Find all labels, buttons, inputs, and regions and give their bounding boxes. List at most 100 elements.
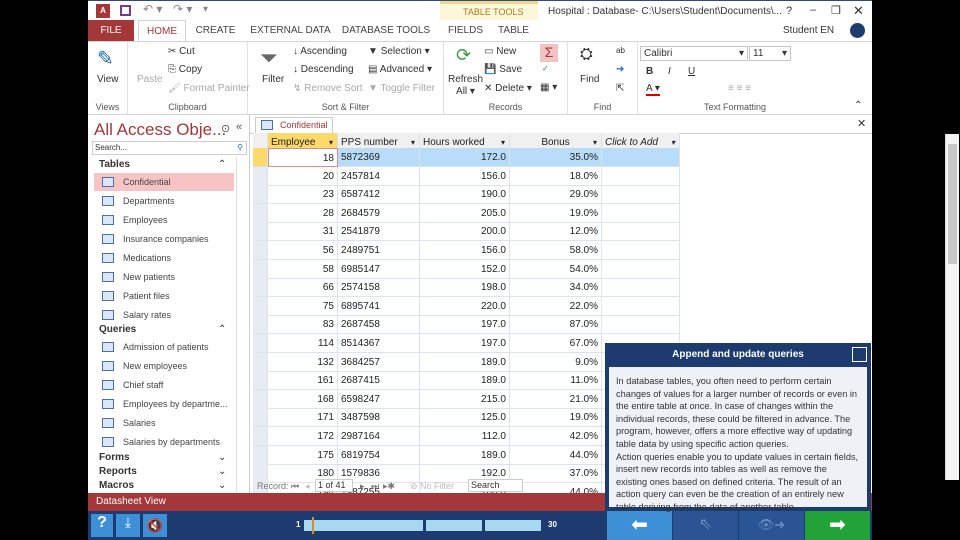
table-cell[interactable]	[602, 296, 680, 316]
tab-home[interactable]: HOME	[138, 20, 186, 41]
table-cell[interactable]: 6598247	[338, 389, 420, 409]
table-cell[interactable]: 35.0%	[510, 148, 602, 167]
table-cell[interactable]: 6819754	[338, 445, 420, 465]
row-selector[interactable]	[253, 315, 268, 335]
more-records-icon[interactable]: ▦ ▾	[540, 82, 557, 93]
table-cell[interactable]: 6587412	[338, 185, 420, 205]
font-size-select[interactable]: 11 ▾	[749, 46, 791, 61]
table-cell[interactable]: 2574158	[338, 278, 420, 298]
totals-sigma-icon[interactable]: Σ	[540, 44, 558, 62]
nav-item-table[interactable]: Insurance companies	[94, 230, 234, 248]
table-row[interactable]: 58 6985147 152.0 54.0%	[253, 259, 680, 279]
row-selector[interactable]	[253, 408, 268, 428]
replace-icon[interactable]: ab	[616, 46, 625, 55]
format-painter-button[interactable]: 🖌 Format Painter	[168, 83, 250, 94]
nav-item-query[interactable]: Employees by departme...	[94, 395, 234, 413]
section-forms[interactable]: Forms	[99, 452, 130, 463]
nav-item-query[interactable]: Admission of patients	[94, 338, 234, 356]
table-cell[interactable]: 220.0	[420, 296, 510, 316]
nav-search-input[interactable]: Search... ⚲	[92, 141, 247, 155]
help-button[interactable]: ?	[91, 514, 113, 537]
nav-pane-title[interactable]: All Access Obje...	[94, 120, 226, 140]
table-cell[interactable]: 189.0	[420, 352, 510, 372]
tab-database-tools[interactable]: DATABASE TOOLS	[341, 20, 431, 41]
table-row[interactable]: 31 2541879 200.0 12.0%	[253, 222, 680, 242]
table-cell[interactable]: 23	[268, 185, 338, 205]
table-cell[interactable]: 54.0%	[510, 259, 602, 279]
nav-item-table[interactable]: Confidential	[94, 173, 234, 191]
collapse-nav-icon[interactable]: «	[236, 121, 242, 133]
table-cell[interactable]: 152.0	[420, 259, 510, 279]
table-cell[interactable]: 18	[268, 148, 338, 167]
table-cell[interactable]: 87.0%	[510, 315, 602, 335]
row-selector[interactable]	[253, 445, 268, 465]
table-cell[interactable]: 11.0%	[510, 371, 602, 391]
collapse-ribbon-icon[interactable]: ⌃	[854, 100, 862, 111]
expand-forms-icon[interactable]: ⌄	[218, 452, 226, 463]
table-row[interactable]: 56 2489751 156.0 58.0%	[253, 241, 680, 260]
table-cell[interactable]	[602, 222, 680, 242]
no-filter-button[interactable]: ⊘ No Filter	[410, 479, 454, 493]
table-cell[interactable]: 8514367	[338, 334, 420, 353]
help-icon[interactable]: ?	[786, 5, 792, 17]
next-record-button[interactable]: ▸	[360, 479, 365, 493]
tab-fields[interactable]: FIELDS	[443, 20, 488, 41]
table-cell[interactable]: 171	[268, 408, 338, 428]
table-cell[interactable]: 66	[268, 278, 338, 298]
nav-item-query[interactable]: Salaries by departments	[94, 433, 234, 451]
last-record-button[interactable]: ⏭	[371, 479, 379, 493]
table-cell[interactable]	[602, 315, 680, 335]
table-cell[interactable]: 21.0%	[510, 389, 602, 409]
progress-marker[interactable]	[312, 517, 315, 534]
table-cell[interactable]: 9.0%	[510, 352, 602, 372]
table-cell[interactable]: 175	[268, 445, 338, 465]
record-search-input[interactable]: Search	[468, 479, 523, 492]
row-selector[interactable]	[253, 278, 268, 298]
select-icon[interactable]: ⇱	[616, 83, 624, 94]
find-button[interactable]: Find	[580, 74, 599, 85]
filter-button[interactable]: Filter	[262, 74, 284, 85]
table-cell[interactable]: 125.0	[420, 408, 510, 428]
cut-button[interactable]: ✂ Cut	[168, 46, 195, 57]
close-icon[interactable]: ✕	[853, 3, 864, 19]
table-cell[interactable]: 58	[268, 259, 338, 279]
save-icon[interactable]	[120, 5, 131, 16]
table-cell[interactable]: 34.0%	[510, 278, 602, 298]
table-cell[interactable]: 189.0	[420, 445, 510, 465]
row-selector[interactable]	[253, 241, 268, 260]
spelling-icon[interactable]: ✓	[542, 64, 549, 73]
table-cell[interactable]: 132	[268, 352, 338, 372]
table-cell[interactable]: 200.0	[420, 222, 510, 242]
table-cell[interactable]: 161	[268, 371, 338, 391]
nav-item-query[interactable]: Salaries	[94, 414, 234, 432]
new-record-button[interactable]: ▭ New	[484, 46, 516, 57]
nav-item-table[interactable]: Patient files	[94, 287, 234, 305]
nav-menu-icon[interactable]: ⊙	[221, 122, 230, 135]
table-cell[interactable]: 197.0	[420, 315, 510, 335]
first-record-button[interactable]: ⏮	[291, 479, 299, 493]
italic-button[interactable]: I	[668, 66, 671, 77]
section-macros[interactable]: Macros	[99, 480, 134, 491]
nav-scrollbar[interactable]	[236, 157, 248, 492]
show-me-button[interactable]: 👁➜	[739, 511, 804, 540]
table-cell[interactable]: 6895741	[338, 296, 420, 316]
back-button[interactable]: ⬅	[607, 511, 672, 540]
progress-segment[interactable]	[426, 520, 482, 531]
tab-create[interactable]: CREATE	[188, 20, 243, 41]
table-cell[interactable]: 190.0	[420, 185, 510, 205]
section-reports[interactable]: Reports	[99, 466, 137, 477]
minimize-icon[interactable]: –	[810, 4, 816, 16]
progress-segment[interactable]	[485, 520, 541, 531]
font-select[interactable]: Calibri ▾	[640, 46, 748, 61]
table-cell[interactable]: 172	[268, 427, 338, 446]
refresh-all-button[interactable]: Refresh All ▾	[448, 74, 483, 98]
table-cell[interactable]: 56	[268, 241, 338, 260]
sound-off-button[interactable]: 🔇	[143, 514, 167, 537]
selection-button[interactable]: ▼ Selection ▾	[368, 46, 430, 57]
table-cell[interactable]: 172.0	[420, 148, 510, 167]
nav-item-table[interactable]: New patients	[94, 268, 234, 286]
table-cell[interactable]: 2687415	[338, 371, 420, 391]
table-cell[interactable]: 2541879	[338, 222, 420, 242]
toggle-filter-button[interactable]: ▼ Toggle Filter	[368, 83, 435, 94]
table-cell[interactable]: 205.0	[420, 203, 510, 223]
